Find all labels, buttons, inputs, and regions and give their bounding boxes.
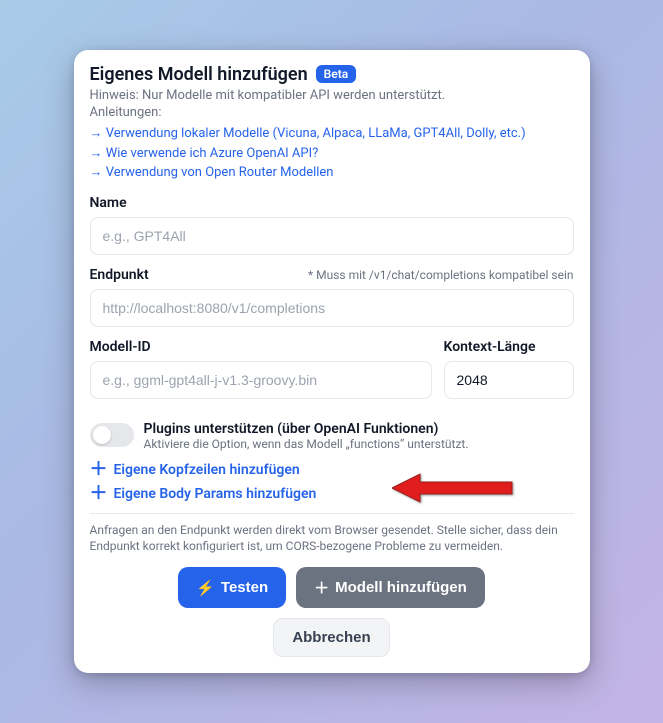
label-model-id: Modell-ID (90, 339, 151, 355)
cancel-button[interactable]: Abbrechen (273, 618, 389, 657)
plugins-toggle[interactable] (90, 423, 134, 447)
plus-icon: ＋ (90, 461, 108, 479)
name-input[interactable] (90, 217, 574, 255)
context-length-input[interactable] (444, 361, 574, 399)
plugins-title: Plugins unterstützen (über OpenAI Funkti… (144, 421, 469, 437)
cors-footnote: Anfragen an den Endpunkt werden direkt v… (90, 522, 574, 556)
link-azure-openai[interactable]: → Wie verwende ich Azure OpenAI API? (90, 144, 574, 164)
model-id-input[interactable] (90, 361, 432, 399)
label-endpoint: Endpunkt (90, 267, 149, 283)
endpoint-input[interactable] (90, 289, 574, 327)
add-model-label: Modell hinzufügen (335, 579, 467, 596)
plugins-sub: Aktiviere die Option, wenn das Modell „f… (144, 437, 469, 451)
guide-links: → Verwendung lokaler Modelle (Vicuna, Al… (90, 124, 574, 183)
test-button[interactable]: ⚡ Testen (178, 567, 286, 608)
label-name: Name (90, 195, 127, 211)
cancel-label: Abbrechen (292, 629, 370, 646)
field-endpoint: Endpunkt * Muss mit /v1/chat/completions… (90, 267, 574, 327)
plus-icon: ＋ (314, 577, 329, 598)
compat-hint: Hinweis: Nur Modelle mit kompatibler API… (90, 87, 574, 105)
plus-icon: ＋ (90, 485, 108, 503)
dialog-header: Eigenes Modell hinzufügen Beta (90, 64, 574, 85)
link-local-models[interactable]: → Verwendung lokaler Modelle (Vicuna, Al… (90, 124, 574, 144)
guides-label: Anleitungen: (90, 104, 574, 122)
add-headers-button[interactable]: ＋ Eigene Kopfzeilen hinzufügen (90, 461, 574, 479)
link-open-router[interactable]: → Verwendung von Open Router Modellen (90, 163, 574, 183)
field-model-id: Modell-ID (90, 339, 432, 399)
bolt-icon: ⚡ (196, 579, 215, 597)
test-label: Testen (221, 579, 268, 596)
add-body-params-label: Eigene Body Params hinzufügen (114, 486, 317, 502)
beta-badge: Beta (316, 65, 357, 83)
field-name: Name (90, 195, 574, 255)
plugins-row: Plugins unterstützen (über OpenAI Funkti… (90, 421, 574, 451)
add-headers-label: Eigene Kopfzeilen hinzufügen (114, 462, 300, 478)
plugins-text: Plugins unterstützen (über OpenAI Funkti… (144, 421, 469, 451)
divider (90, 513, 574, 514)
add-model-button[interactable]: ＋ Modell hinzufügen (296, 567, 485, 608)
field-context-length: Kontext-Länge (444, 339, 574, 399)
add-body-params-button[interactable]: ＋ Eigene Body Params hinzufügen (90, 485, 574, 503)
add-model-dialog: Eigenes Modell hinzufügen Beta Hinweis: … (74, 50, 590, 673)
toggle-knob (93, 426, 111, 444)
endpoint-note: * Muss mit /v1/chat/completions kompatib… (308, 268, 574, 282)
dialog-title: Eigenes Modell hinzufügen (90, 64, 308, 85)
label-context-length: Kontext-Länge (444, 339, 536, 355)
action-buttons: ⚡ Testen ＋ Modell hinzufügen (90, 567, 574, 608)
